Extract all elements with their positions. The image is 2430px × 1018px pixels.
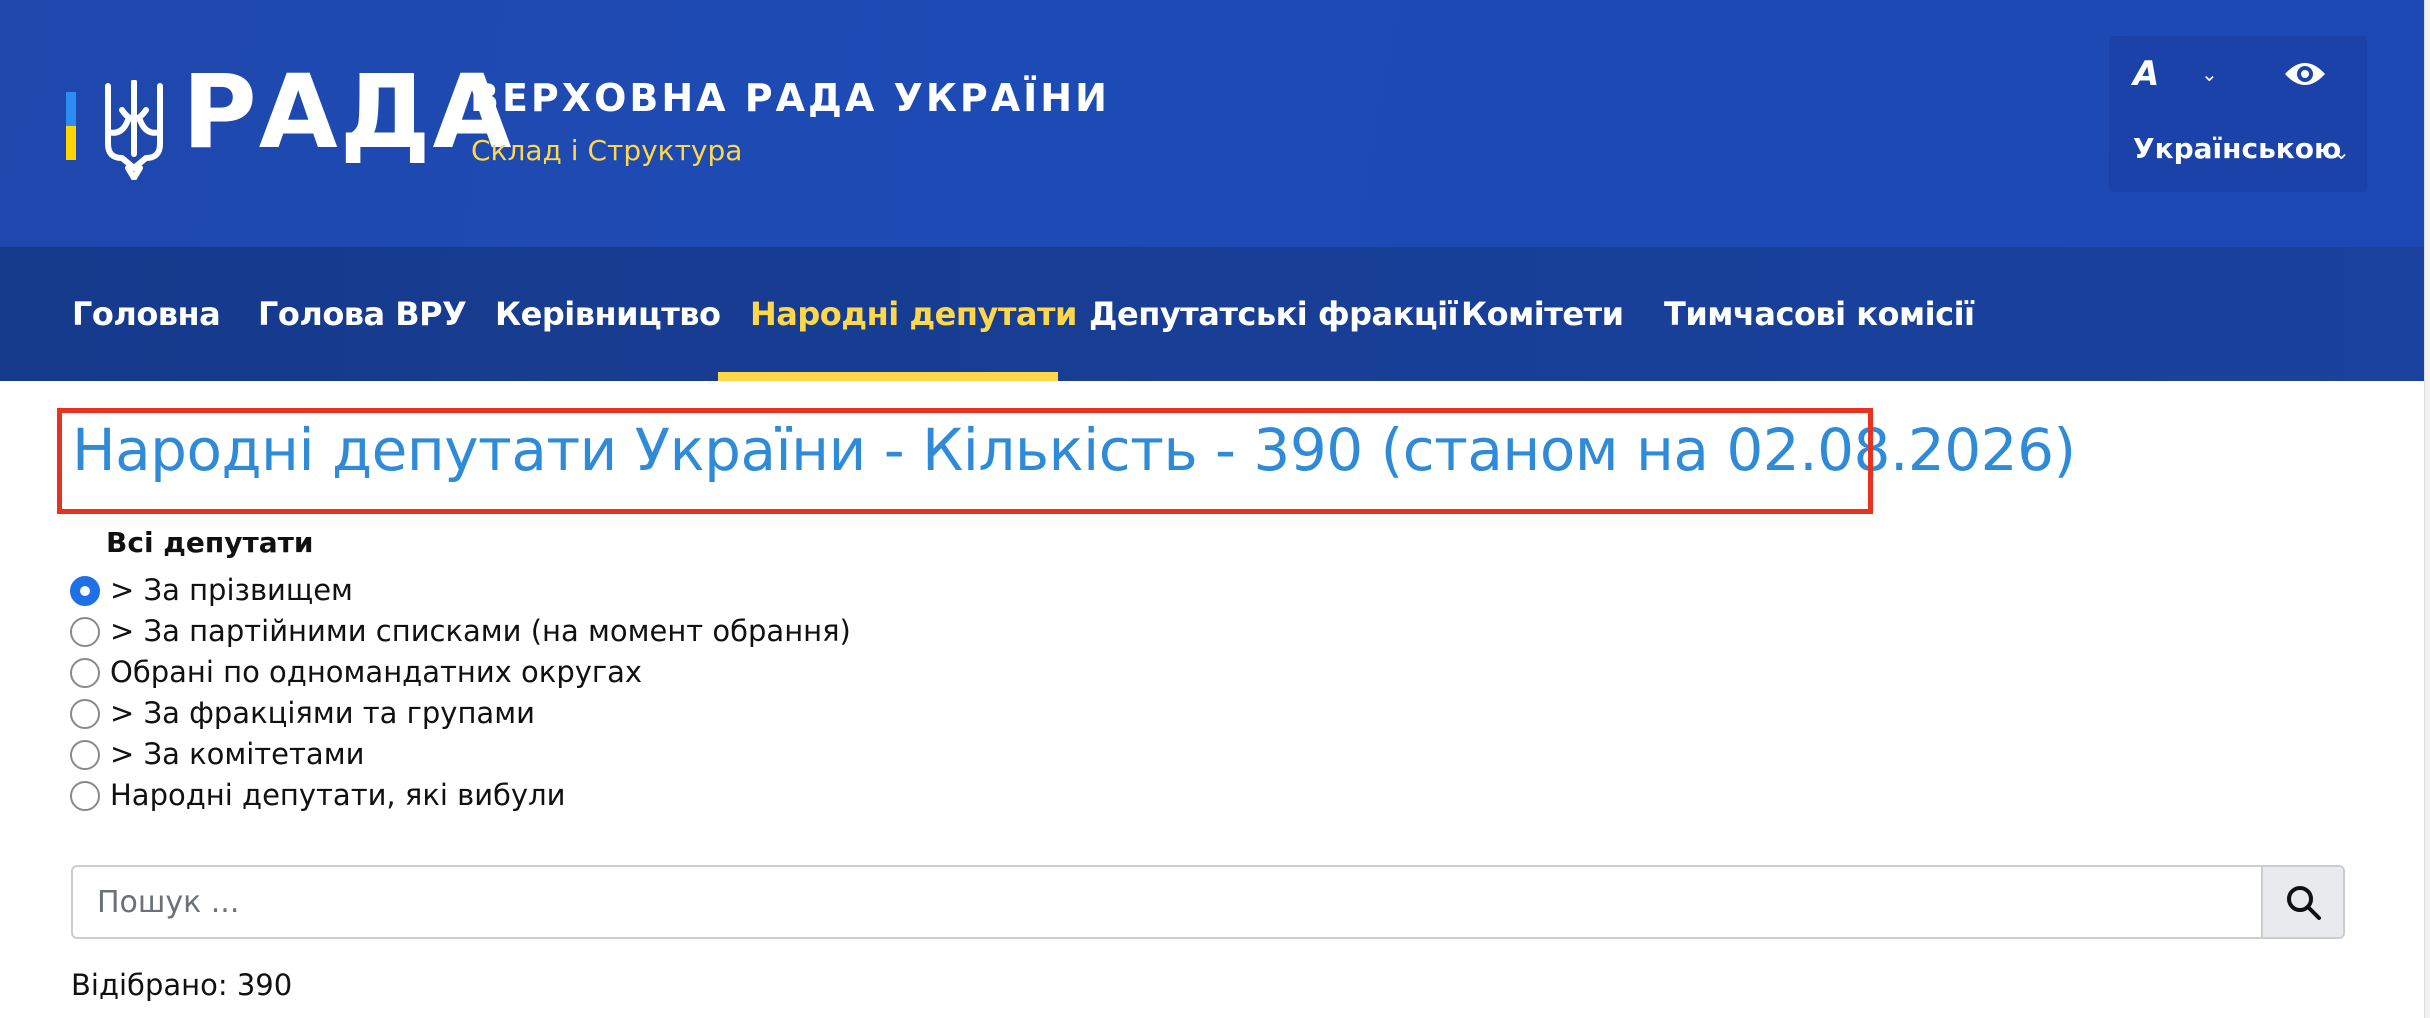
nav-item-committees[interactable]: Комітети: [1461, 247, 1624, 381]
chevron-down-icon[interactable]: ⌄: [2201, 62, 2218, 86]
accessibility-panel: A ⌄ Українською ⌄: [2109, 36, 2367, 192]
trident-icon[interactable]: [100, 80, 168, 180]
nav-item-leadership[interactable]: Керівництво: [495, 247, 721, 381]
font-size-icon[interactable]: A: [2133, 54, 2159, 94]
search-input[interactable]: [73, 867, 2263, 937]
nav-item-deputies[interactable]: Народні депутати: [750, 247, 1077, 381]
nav-item-chairman[interactable]: Голова ВРУ: [258, 247, 467, 381]
site-title[interactable]: ВЕРХОВНА РАДА УКРАЇНИ: [470, 76, 1110, 120]
scrollbar[interactable]: [2424, 0, 2430, 1018]
eye-icon[interactable]: [2283, 56, 2327, 92]
chevron-down-icon[interactable]: ⌄: [2333, 140, 2350, 164]
page: РАДА ВЕРХОВНА РАДА УКРАЇНИ Склад і Струк…: [0, 0, 2424, 1018]
radio-button[interactable]: [70, 658, 100, 688]
search-bar: [71, 865, 2345, 939]
search-icon: [2287, 886, 2321, 920]
language-selector[interactable]: Українською: [2133, 132, 2341, 165]
radio-label[interactable]: Обрані по одномандатних округах: [110, 654, 642, 690]
title-highlight-box: [57, 408, 1873, 514]
nav-item-factions[interactable]: Депутатські фракції: [1089, 247, 1459, 381]
result-count: Відібрано: 390: [71, 968, 293, 1002]
site-subtitle[interactable]: Склад і Структура: [471, 134, 742, 167]
radio-button[interactable]: [70, 576, 100, 606]
nav-item-home[interactable]: Головна: [72, 247, 221, 381]
active-tab-indicator: [718, 372, 1058, 381]
main-navigation: Головна Голова ВРУ Керівництво Народні д…: [0, 247, 2424, 381]
nav-item-temporary-commissions[interactable]: Тимчасові комісії: [1664, 247, 1975, 381]
ukraine-flag-icon: [66, 92, 76, 160]
radio-label[interactable]: > За партійними списками (на момент обра…: [110, 613, 851, 649]
radio-button[interactable]: [70, 617, 100, 647]
radio-label[interactable]: > За комітетами: [110, 736, 364, 772]
site-logo[interactable]: РАДА: [182, 58, 513, 168]
radio-label[interactable]: Народні депутати, які вибули: [110, 777, 565, 813]
radio-button[interactable]: [70, 781, 100, 811]
radio-label[interactable]: > За прізвищем: [110, 572, 353, 608]
filter-group-label: Всі депутати: [106, 526, 314, 559]
radio-button[interactable]: [70, 740, 100, 770]
search-button[interactable]: [2261, 867, 2343, 937]
radio-button[interactable]: [70, 699, 100, 729]
radio-label[interactable]: > За фракціями та групами: [110, 695, 535, 731]
site-header: РАДА ВЕРХОВНА РАДА УКРАЇНИ Склад і Струк…: [0, 0, 2424, 247]
